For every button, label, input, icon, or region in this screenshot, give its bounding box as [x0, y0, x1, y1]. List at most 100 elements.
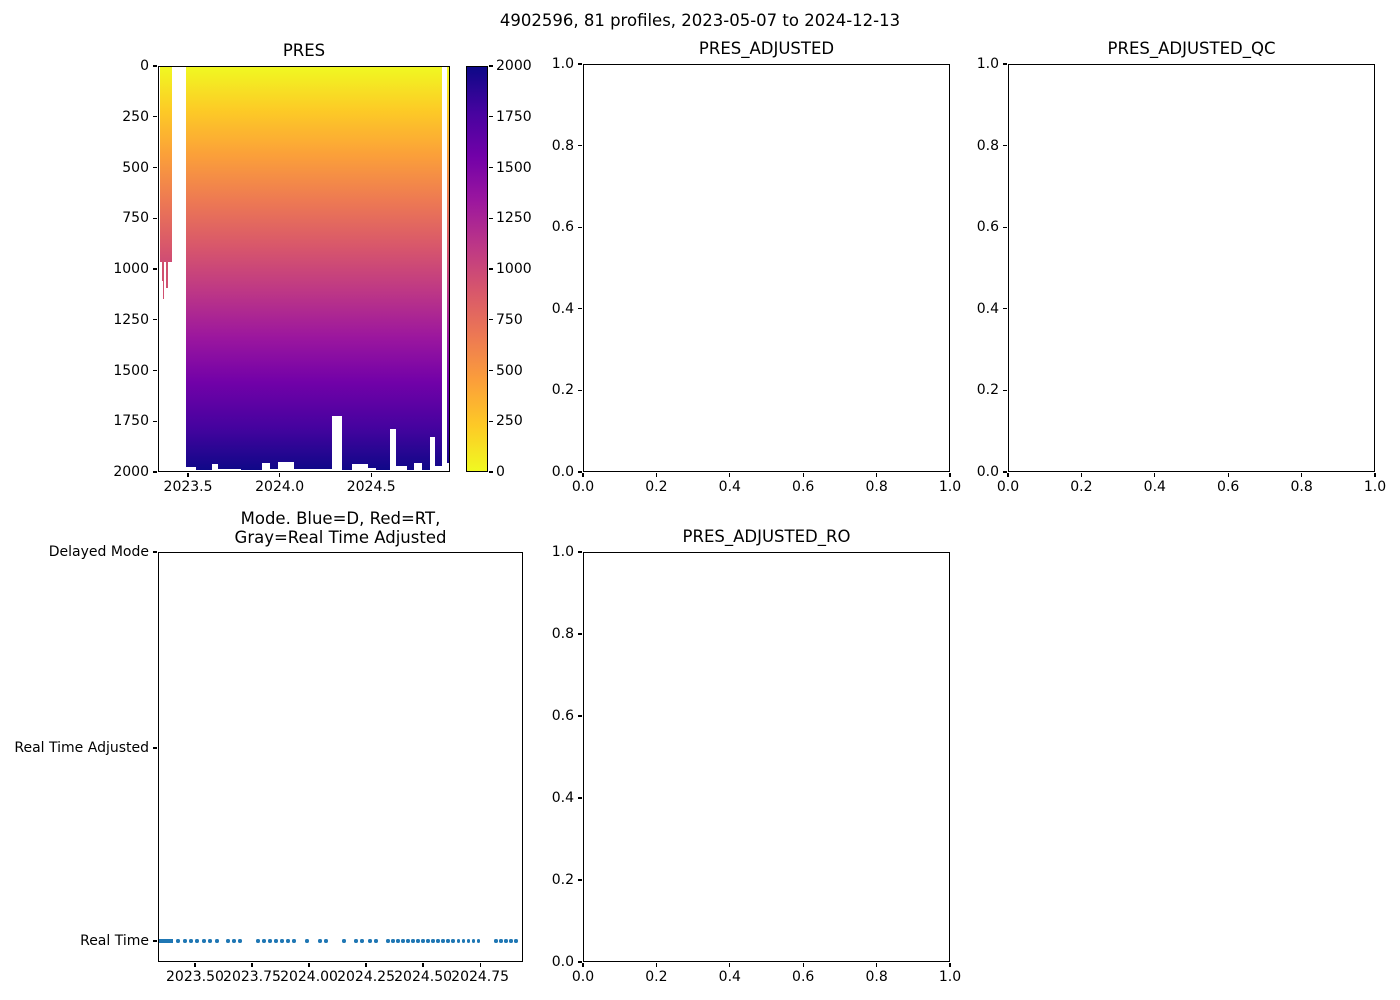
pres_adjusted_ro-y-tick	[578, 551, 582, 552]
profile-dot	[368, 939, 371, 942]
pres_adjusted_ro-x-tick	[803, 963, 804, 967]
profile-dot	[467, 939, 470, 942]
profile-dot	[374, 939, 377, 942]
pres-y-tick	[153, 116, 157, 117]
pres_adjusted_ro-plot-area	[583, 552, 950, 962]
pres_adjusted_ro-y-tick-label: 0.8	[0, 627, 574, 641]
pres_adjusted_qc-y-tick	[1003, 390, 1007, 391]
pres-colorbar-tick-label: 500	[496, 364, 523, 378]
profile-dot	[436, 939, 439, 942]
profile-dot	[280, 939, 283, 942]
pres_adjusted_qc-y-tick-label: 0.8	[0, 139, 999, 153]
pres_adjusted_ro-y-tick-label: 0.4	[0, 791, 574, 805]
pres-y-tick	[153, 421, 157, 422]
pres_adjusted_ro-x-tick	[582, 963, 583, 967]
profile-dot	[411, 939, 414, 942]
pres-colorbar-tick	[489, 167, 493, 168]
pres-y-tick-label: 500	[0, 161, 149, 175]
pres-colorbar-tick	[489, 370, 493, 371]
pres_adjusted_qc-x-tick	[1374, 473, 1375, 477]
profile-dot	[238, 939, 241, 942]
mode-x-tick-label: 2024.75	[451, 970, 509, 984]
mode-y-tick-label: Real Time Adjusted	[0, 741, 149, 755]
profile-dot	[386, 939, 389, 942]
mode-y-tick	[153, 940, 157, 941]
profile-dot	[426, 939, 429, 942]
pres_adjusted_qc-x-tick-label: 0.6	[1217, 480, 1239, 494]
profile-dot	[462, 939, 465, 942]
profile-dot	[274, 939, 277, 942]
pres_adjusted_ro-x-tick-label: 0.0	[572, 970, 594, 984]
pres_adjusted-x-tick-label: 1.0	[939, 480, 961, 494]
pres_adjusted_qc-x-tick	[1154, 473, 1155, 477]
profile-dot	[446, 939, 449, 942]
pres-y-tick	[153, 218, 157, 219]
profile-dot	[195, 939, 198, 942]
profile-dot	[391, 939, 394, 942]
pres_adjusted_ro-y-tick	[578, 961, 582, 962]
pres_adjusted_qc-plot-area	[1008, 64, 1375, 472]
charts-canvas: PRES2023.52024.02024.5025050075010001250…	[0, 0, 1400, 1000]
profile-dot	[286, 939, 289, 942]
mode-x-tick-label: 2024.50	[394, 970, 452, 984]
pres-x-tick-label: 2024.0	[255, 480, 304, 494]
pres-plot-area	[158, 66, 450, 472]
pres_adjusted_ro-y-tick	[578, 715, 582, 716]
pres_adjusted_qc-x-tick-label: 0.8	[1290, 480, 1312, 494]
pres_adjusted-x-tick-label: 0.2	[645, 480, 667, 494]
profile-dot	[514, 939, 517, 942]
profile-dot	[499, 939, 502, 942]
profile-dot	[472, 939, 475, 942]
mode-plot-area	[158, 552, 523, 962]
pres-colorbar-tick	[489, 116, 493, 117]
pres_adjusted_ro-title: PRES_ADJUSTED_RO	[683, 527, 851, 546]
pres_adjusted_ro-y-tick	[578, 633, 582, 634]
profile-dot	[215, 939, 218, 942]
mode-x-tick-label: 2023.50	[166, 970, 224, 984]
pres_adjusted_ro-y-tick-label: 1.0	[0, 545, 574, 559]
mode-x-tick-label: 2024.25	[337, 970, 395, 984]
pres_adjusted_ro-x-tick-label: 0.2	[645, 970, 667, 984]
pres-colorbar-tick	[489, 319, 493, 320]
pres_adjusted-plot-area	[583, 64, 950, 472]
pres-colorbar-tick-label: 1000	[496, 262, 532, 276]
pres_adjusted_qc-x-tick	[1081, 473, 1082, 477]
profile-dot	[183, 939, 186, 942]
pres_adjusted_qc-x-tick	[1301, 473, 1302, 477]
profile-dot	[324, 939, 327, 942]
profile-dot	[176, 939, 179, 942]
pres-y-tick	[153, 268, 157, 269]
pres-colorbar-tick	[489, 421, 493, 422]
pres_adjusted_ro-y-tick-label: 0.0	[0, 955, 574, 969]
profile-dot	[232, 939, 235, 942]
profile-dot	[421, 939, 424, 942]
pres-x-tick-label: 2023.5	[164, 480, 213, 494]
pres_adjusted_ro-x-tick-label: 0.4	[719, 970, 741, 984]
pres-y-tick-label: 1750	[0, 414, 149, 428]
pres_adjusted-title: PRES_ADJUSTED	[699, 39, 834, 58]
pres_adjusted_qc-x-tick-label: 0.0	[997, 480, 1019, 494]
pres-y-tick	[153, 167, 157, 168]
profile-dot	[509, 939, 512, 942]
pres_adjusted-x-tick-label: 0.0	[572, 480, 594, 494]
profile-dot	[305, 939, 308, 942]
pres_adjusted_qc-x-tick	[1228, 473, 1229, 477]
pres_adjusted_ro-y-tick	[578, 879, 582, 880]
profile-dot	[441, 939, 444, 942]
profile-dot	[202, 939, 205, 942]
profile-dot	[451, 939, 454, 942]
profile-dot	[457, 939, 460, 942]
pres_adjusted-x-tick-label: 0.4	[719, 480, 741, 494]
mode-y-tick	[153, 747, 157, 748]
pres_adjusted_qc-x-tick	[1007, 473, 1008, 477]
pres_adjusted_qc-x-tick-label: 1.0	[1364, 480, 1386, 494]
profile-dot	[431, 939, 434, 942]
profile-dot	[354, 939, 357, 942]
pres_adjusted_ro-x-tick-label: 0.8	[865, 970, 887, 984]
pres_adjusted_qc-y-tick	[1003, 227, 1007, 228]
pres-y-tick-label: 1000	[0, 262, 149, 276]
mode-y-tick-label: Real Time	[0, 934, 149, 948]
pres_adjusted-x-tick-label: 0.8	[865, 480, 887, 494]
pres-colorbar-tick	[489, 268, 493, 269]
pres_adjusted_ro-x-tick	[729, 963, 730, 967]
